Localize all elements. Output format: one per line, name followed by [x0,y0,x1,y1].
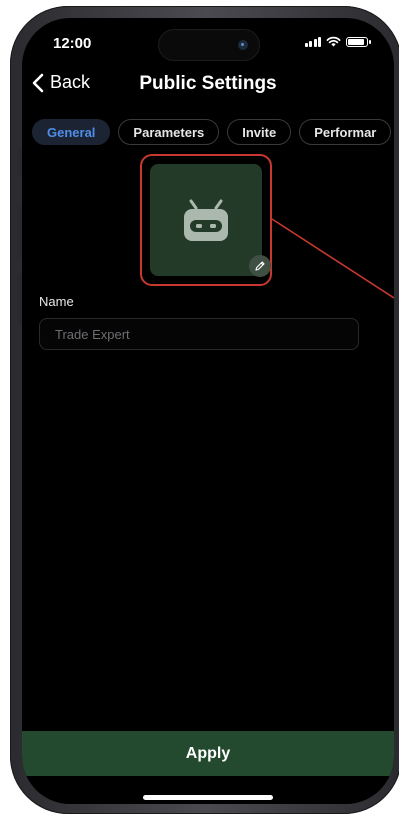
callout-line [271,218,394,299]
home-indicator [143,795,273,800]
screen: 12:00 Back Public Settings General Param… [22,18,394,804]
name-label: Name [39,294,74,309]
name-input[interactable] [39,318,359,350]
apply-button[interactable]: Apply [22,731,394,776]
